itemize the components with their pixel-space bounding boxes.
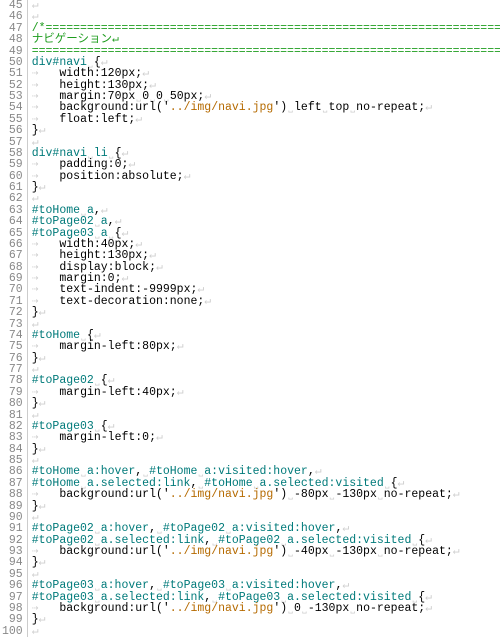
line-number: 48: [2, 34, 23, 45]
code-line: ⇢ margin-left:40px;↵: [32, 387, 500, 398]
line-number: 99: [2, 614, 23, 625]
code-line: ↵: [32, 626, 500, 637]
line-number: 75: [2, 341, 23, 352]
code-area[interactable]: ↵↵/*====================================…: [28, 0, 500, 637]
line-number: 56: [2, 125, 23, 136]
code-line: }↵: [32, 614, 500, 625]
code-line: }↵: [32, 444, 500, 455]
line-number: 64: [2, 216, 23, 227]
code-line: }↵: [32, 182, 500, 193]
code-line: ⇢ float:left;↵: [32, 114, 500, 125]
line-number: 51: [2, 68, 23, 79]
code-line: ⇢ background:url('../img/navi.jpg')˽-40p…: [32, 546, 500, 557]
code-line: ⇢ background:url('../img/navi.jpg')˽-80p…: [32, 489, 500, 500]
line-number: 59: [2, 159, 23, 170]
line-number: 100: [2, 626, 23, 637]
line-number: 96: [2, 580, 23, 591]
code-line: }↵: [32, 557, 500, 568]
code-line: }↵: [32, 307, 500, 318]
code-line: }↵: [32, 501, 500, 512]
code-line: ⇢ margin-left:80px;↵: [32, 341, 500, 352]
code-line: ⇢ position:absolute;↵: [32, 171, 500, 182]
line-number: 67: [2, 250, 23, 261]
code-line: }↵: [32, 125, 500, 136]
code-line: ⇢ background:url('../img/navi.jpg')˽0˽-1…: [32, 603, 500, 614]
code-line: ⇢ margin-left:0;↵: [32, 432, 500, 443]
line-number: 91: [2, 523, 23, 534]
line-number: 80: [2, 398, 23, 409]
code-editor: 4546474849505152535455565758596061626364…: [0, 0, 500, 637]
line-number: 72: [2, 307, 23, 318]
line-number: 88: [2, 489, 23, 500]
line-number-gutter: 4546474849505152535455565758596061626364…: [0, 0, 28, 637]
line-number: 83: [2, 432, 23, 443]
code-line: ↵: [32, 0, 500, 11]
code-line: }↵: [32, 353, 500, 364]
code-line: ⇢ text-decoration:none;↵: [32, 296, 500, 307]
code-line: }↵: [32, 398, 500, 409]
code-line: ↵: [32, 319, 500, 330]
